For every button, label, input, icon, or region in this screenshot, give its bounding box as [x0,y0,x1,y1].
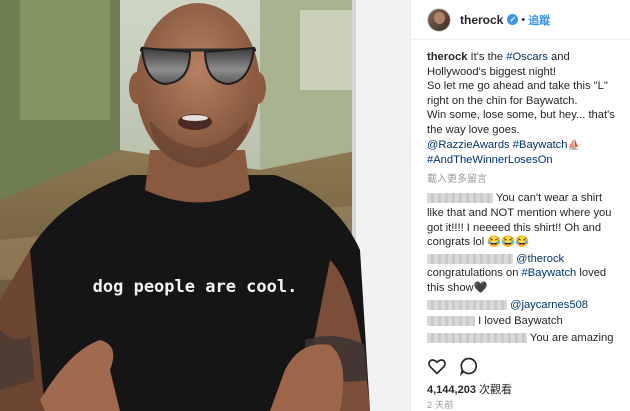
blurred-username [427,299,507,310]
post-actions [427,356,479,377]
emoji-icon: ⛵️ [567,139,580,151]
comments-section: therock It's the #Oscars and Hollywood's… [411,40,630,345]
view-count-label: 次觀看 [475,384,512,396]
header-username[interactable]: therock [460,13,503,27]
hashtag-baywatch[interactable]: #Baywatch [513,139,568,151]
blurred-username [427,253,513,264]
post-video[interactable]: dog people are cool. [0,0,410,411]
video-frame: dog people are cool. [0,0,410,411]
blurred-username [427,193,493,204]
comment-text: You are amazing [529,331,614,344]
comment-row: You can't wear a shirt like that and NOT… [427,191,618,249]
comment-hashtag[interactable]: #Baywatch [522,267,577,279]
load-more-comments[interactable]: 載入更多留言 [427,173,618,188]
avatar[interactable] [427,7,451,32]
caption-line-3: Win some, lose some, but hey... that's t… [427,109,615,136]
post-timestamp[interactable]: 2 天前 [427,398,454,411]
hashtag-oscars[interactable]: #Oscars [506,51,548,63]
separator-dot: • [521,13,526,26]
comment-row: @jaycarnes508 [427,298,618,313]
comment-mention[interactable]: @therock [516,253,564,265]
comment-row: You are amazing [427,331,618,346]
mention-razzie[interactable]: @RazzieAwards [427,139,510,151]
view-count: 4,144,203 次觀看 [427,381,512,397]
post-panel: therock ✓ • 追蹤 therock It's the #Oscars … [410,0,630,411]
blurred-username [427,316,475,327]
follow-button[interactable]: 追蹤 [528,12,550,28]
comment-text: I loved Baywatch [478,315,563,328]
caption: therock It's the #Oscars and Hollywood's… [427,50,618,168]
comment-text: congratulations on [427,267,522,280]
comment-icon[interactable] [459,356,479,377]
heart-icon[interactable] [427,356,447,376]
view-count-number: 4,144,203 [427,384,476,396]
comment-mention[interactable]: @jaycarnes508 [510,299,588,311]
blurred-username [427,332,527,343]
comment-row: @therock congratulations on #Baywatch lo… [427,252,618,296]
hashtag-winner[interactable]: #AndTheWinnerLosesOn [427,154,553,166]
caption-text: It's the [467,51,507,63]
verified-badge-icon: ✓ [507,14,519,25]
comment-row: I loved Baywatch [427,314,618,329]
caption-line-2: So let me go ahead and take this "L" rig… [427,80,608,107]
post-header: therock ✓ • 追蹤 [411,0,630,40]
shirt-text: dog people are cool. [93,277,298,297]
caption-username[interactable]: therock [427,51,467,63]
